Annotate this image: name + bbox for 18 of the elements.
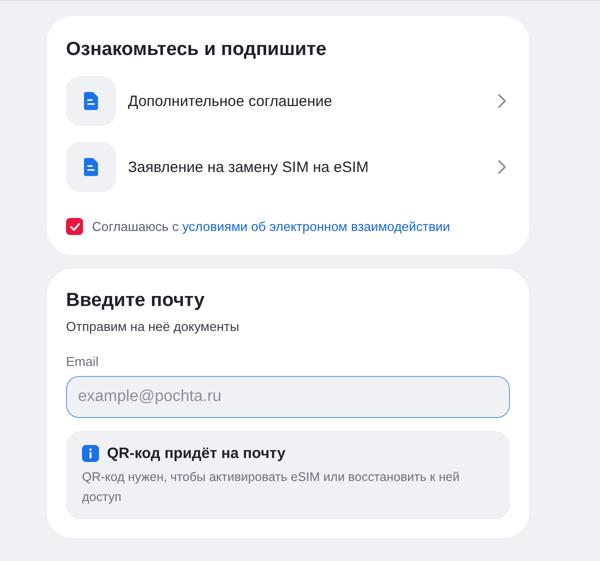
document-icon [66,76,116,126]
info-text: QR-код нужен, чтобы активировать eSIM или восстановить к ней доступ [82,469,461,506]
chevron-right-icon [498,160,506,174]
info-icon [82,445,99,462]
consent-text: Соглашаюсь с условиями об электронном взаимодействии [92,219,450,234]
info-title: QR-код придёт на почту [107,445,286,462]
card-title: Ознакомьтесь и подпишите [66,38,328,62]
email-input-field[interactable]: example@pochta.ru [66,376,510,418]
document-link[interactable]: Заявление на замену SIM на eSIM [128,158,486,176]
card-title: Введите почту [66,289,206,313]
field-label: Email [66,354,100,369]
terms-link[interactable]: условиями об электронном взаимодействии [182,219,450,234]
card-subtitle: Отправим на неё документы [66,319,240,334]
chevron-right-icon [498,94,506,108]
consent-checkbox[interactable] [66,218,83,235]
document-icon [66,142,116,192]
check-icon [70,222,80,230]
document-link[interactable]: Дополнительное соглашение [128,92,486,110]
